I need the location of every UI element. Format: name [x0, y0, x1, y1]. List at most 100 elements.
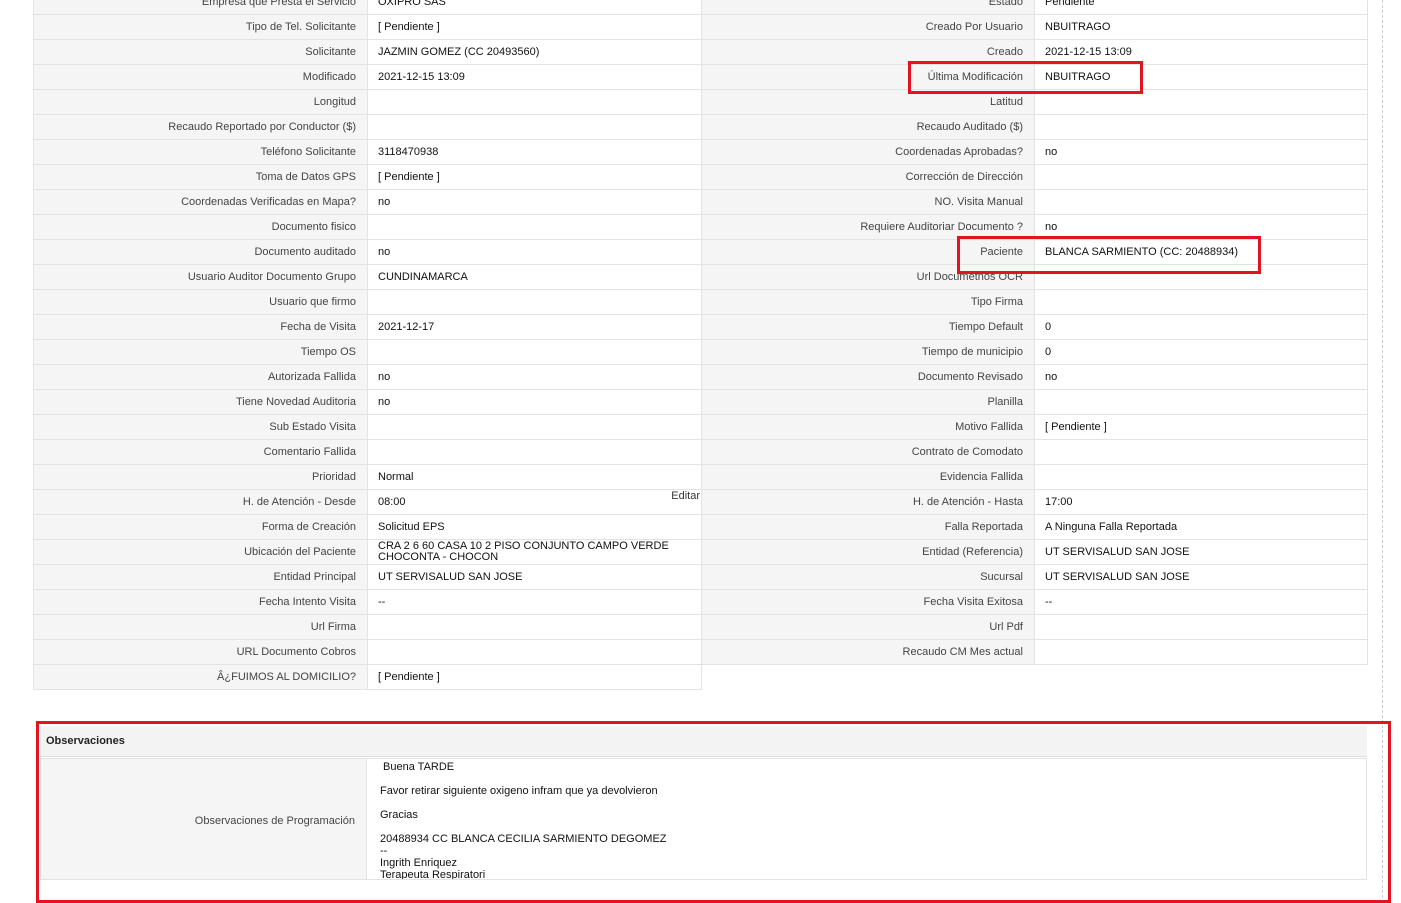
edit-link[interactable]: Editar — [671, 491, 700, 503]
field-value — [1034, 189, 1368, 215]
field-value: no — [1034, 364, 1368, 390]
field-label: Contrato de Comodato — [701, 439, 1035, 465]
field-label: H. de Atención - Hasta — [701, 489, 1035, 515]
field-value: no — [367, 364, 702, 390]
detail-row-planilla: Planilla — [701, 389, 1368, 415]
detail-row-toma-de-datos-gps: Toma de Datos GPS [ Pendiente ] — [33, 164, 702, 190]
field-label: Planilla — [701, 389, 1035, 415]
field-value-text: [ Pendiente ] — [378, 671, 440, 683]
field-value-text: Normal — [378, 471, 414, 483]
field-value — [367, 439, 702, 465]
field-value: [ Pendiente ] — [367, 164, 702, 190]
obs-greeting: Buena TARDE — [383, 761, 455, 773]
field-value — [367, 214, 702, 240]
field-value-text: 17:00 — [1045, 496, 1073, 508]
field-label: Estado — [701, 0, 1035, 15]
highlight-paciente — [957, 236, 1261, 274]
field-label: Toma de Datos GPS — [33, 164, 368, 190]
field-label: Url Pdf — [701, 614, 1035, 640]
field-value-text: no — [378, 396, 391, 408]
detail-row-url-pdf: Url Pdf — [701, 614, 1368, 640]
field-value: 0 — [1034, 314, 1368, 340]
detail-row-coordenadas-verificadas-en-mapa: Coordenadas Verificadas en Mapa? no — [33, 189, 702, 215]
field-label: Recaudo CM Mes actual — [701, 639, 1035, 665]
detail-row-falla-reportada: Falla Reportada A Ninguna Falla Reportada — [701, 514, 1368, 540]
field-label: Fecha Visita Exitosa — [701, 589, 1035, 615]
field-value: 17:00 — [1034, 489, 1368, 515]
field-value: Pendiente — [1034, 0, 1368, 15]
field-label: H. de Atención - Desde — [33, 489, 368, 515]
field-label: Prioridad — [33, 464, 368, 490]
detail-row-prioridad: Prioridad Normal — [33, 464, 702, 490]
field-value: 3118470938 — [367, 139, 702, 165]
field-value-text: no — [1045, 221, 1058, 233]
field-label: Autorizada Fallida — [33, 364, 368, 390]
field-value: A Ninguna Falla Reportada — [1034, 514, 1368, 540]
field-value: UT SERVISALUD SAN JOSE — [1034, 539, 1368, 565]
observaciones-label-cell: Observaciones de Programación — [40, 758, 367, 880]
observaciones-panel: Observaciones Observaciones de Programac… — [40, 726, 1367, 881]
field-label: Longitud — [33, 89, 368, 115]
detail-row-tipo-firma: Tipo Firma — [701, 289, 1368, 315]
observaciones-text: Buena TARDE Favor retirar siguiente oxig… — [367, 758, 1367, 880]
detail-row-empresa-que-presta-el-servicio: Empresa que Presta el Servicio OXIPRO SAS — [33, 0, 702, 15]
field-value — [1034, 114, 1368, 140]
field-value: no — [1034, 139, 1368, 165]
detail-row-contrato-de-comodato: Contrato de Comodato — [701, 439, 1368, 465]
observaciones-label: Observaciones de Programación — [194, 815, 355, 827]
detail-row-evidencia-fallida: Evidencia Fallida — [701, 464, 1368, 490]
field-value: CUNDINAMARCA — [367, 264, 702, 290]
field-value: no — [367, 239, 702, 265]
field-value-text: no — [1045, 371, 1058, 383]
field-label: Forma de Creación — [33, 514, 368, 540]
detail-row-entidad-referencia: Entidad (Referencia) UT SERVISALUD SAN JO… — [701, 539, 1368, 565]
field-label: URL Documento Cobros — [33, 639, 368, 665]
field-value-text: UT SERVISALUD SAN JOSE — [1045, 546, 1190, 558]
field-value: -- — [1034, 589, 1368, 615]
detail-row-estado: Estado Pendiente — [701, 0, 1368, 15]
field-value — [367, 614, 702, 640]
field-label: Creado Por Usuario — [701, 14, 1035, 40]
field-value-text: -- — [378, 596, 386, 608]
field-value: CRA 2 6 60 CASA 10 2 PISO CONJUNTO CAMPO… — [367, 539, 702, 565]
obs-body: Favor retirar siguiente oxigeno infram q… — [380, 785, 658, 797]
field-value-text: Pendiente — [1045, 0, 1095, 8]
field-value-text: no — [378, 371, 391, 383]
detail-row-tipo-de-tel-solicitante: Tipo de Tel. Solicitante [ Pendiente ] — [33, 14, 702, 40]
detail-row-a-fuimos-al-domicilio: Â¿FUIMOS AL DOMICILIO? [ Pendiente ] — [33, 664, 702, 690]
field-label: Sub Estado Visita — [33, 414, 368, 440]
obs-thanks: Gracias — [380, 809, 418, 821]
field-value: [ Pendiente ] — [367, 14, 702, 40]
detail-row-correccion-de-direccion: Corrección de Dirección — [701, 164, 1368, 190]
field-value — [367, 89, 702, 115]
field-label: Entidad Principal — [33, 564, 368, 590]
field-label: Tipo de Tel. Solicitante — [33, 14, 368, 40]
detail-row-solicitante: Solicitante JAZMIN GOMEZ (CC 20493560) — [33, 39, 702, 65]
detail-row-h-de-atencion-desde: H. de Atención - Desde 08:00 Editar — [33, 489, 702, 515]
field-label: NO. Visita Manual — [701, 189, 1035, 215]
detail-row-fecha-intento-visita: Fecha Intento Visita -- — [33, 589, 702, 615]
field-label: Tiempo OS — [33, 339, 368, 365]
field-value: JAZMIN GOMEZ (CC 20493560) — [367, 39, 702, 65]
field-value-text: [ Pendiente ] — [378, 21, 440, 33]
obs-signer: Ingrith Enriquez — [380, 857, 458, 869]
field-label: Evidencia Fallida — [701, 464, 1035, 490]
field-label: Ubicación del Paciente — [33, 539, 368, 565]
detail-row-documento-auditado: Documento auditado no — [33, 239, 702, 265]
field-label: Coordenadas Aprobadas? — [701, 139, 1035, 165]
detail-row-coordenadas-aprobadas: Coordenadas Aprobadas? no — [701, 139, 1368, 165]
field-value — [1034, 164, 1368, 190]
field-label: Motivo Fallida — [701, 414, 1035, 440]
field-label: Modificado — [33, 64, 368, 90]
field-label: Solicitante — [33, 39, 368, 65]
field-value-text: 08:00 — [378, 496, 406, 508]
detail-row-ubicacion-del-paciente: Ubicación del Paciente CRA 2 6 60 CASA 10… — [33, 539, 702, 565]
field-label: Â¿FUIMOS AL DOMICILIO? — [33, 664, 368, 690]
detail-row-recaudo-auditado: Recaudo Auditado ($) — [701, 114, 1368, 140]
detail-row-url-documento-cobros: URL Documento Cobros — [33, 639, 702, 665]
detail-row-no-visita-manual: NO. Visita Manual — [701, 189, 1368, 215]
detail-row-h-de-atencion-hasta: H. de Atención - Hasta 17:00 — [701, 489, 1368, 515]
field-value-text: JAZMIN GOMEZ (CC 20493560) — [378, 46, 540, 58]
detail-row-fecha-de-visita: Fecha de Visita 2021-12-17 — [33, 314, 702, 340]
detail-row-tiene-novedad-auditoria: Tiene Novedad Auditoria no — [33, 389, 702, 415]
